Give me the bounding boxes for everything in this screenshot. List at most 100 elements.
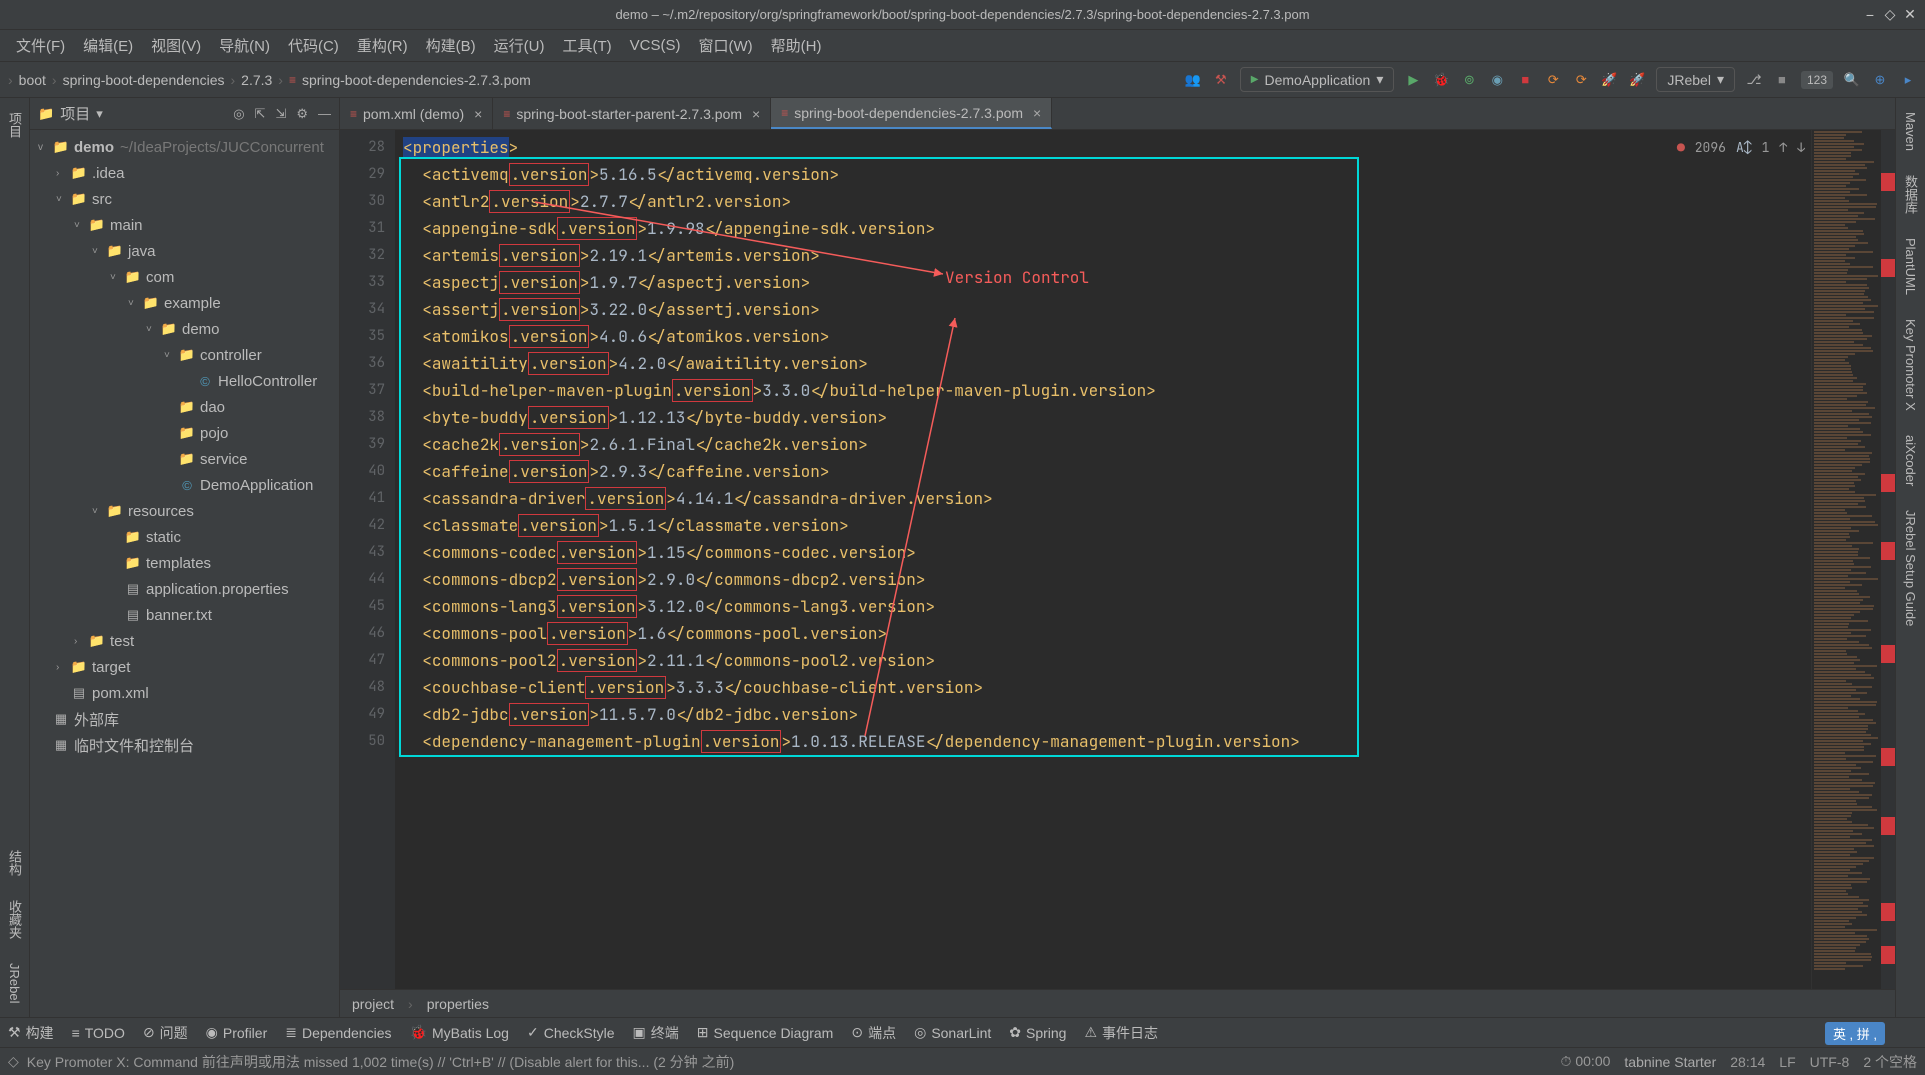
tool-window-button[interactable]: ◉ Profiler (206, 1024, 268, 1041)
menu-item[interactable]: 帮助(H) (763, 31, 830, 60)
user-icon[interactable]: 👥 (1184, 71, 1202, 89)
tree-node[interactable]: ▦外部库 (30, 706, 339, 732)
menu-item[interactable]: 构建(B) (418, 31, 484, 60)
left-tool-favorites[interactable]: 收藏夹 (5, 894, 24, 945)
tree-node[interactable]: ▤application.properties (30, 576, 339, 602)
left-tool-structure[interactable]: 结构 (5, 844, 24, 882)
menu-item[interactable]: 工具(T) (554, 31, 619, 60)
breadcrumb-footer-item[interactable]: project (352, 996, 394, 1012)
rocket-icon[interactable]: 🚀 (1600, 71, 1618, 89)
tree-node[interactable]: 📁pojo (30, 420, 339, 446)
menu-item[interactable]: 导航(N) (211, 31, 278, 60)
menu-item[interactable]: 视图(V) (143, 31, 209, 60)
left-tool-jrebel[interactable]: JRebel (7, 957, 22, 1009)
editor-tab[interactable]: ≡spring-boot-dependencies-2.7.3.pom× (771, 98, 1052, 129)
breadcrumb-item[interactable]: spring-boot-dependencies-2.7.3.pom (302, 72, 531, 88)
close-tab-icon[interactable]: × (474, 106, 482, 122)
tree-node[interactable]: ▤pom.xml (30, 680, 339, 706)
tree-node[interactable]: ˅📁demo (30, 316, 339, 342)
menu-item[interactable]: 编辑(E) (75, 31, 141, 60)
right-tool-button[interactable]: PlantUML (1903, 232, 1918, 301)
tool-window-button[interactable]: ⊘ 问题 (143, 1023, 188, 1043)
jrebel-selector[interactable]: JRebel ▾ (1656, 67, 1735, 92)
tree-node[interactable]: 📁templates (30, 550, 339, 576)
settings-icon[interactable]: ▸ (1899, 71, 1917, 89)
menu-item[interactable]: 窗口(W) (690, 31, 760, 60)
breadcrumb-footer-item[interactable]: properties (427, 996, 489, 1012)
tree-root[interactable]: v 📁 demo ~/IdeaProjects/JUCConcurrent (30, 134, 339, 160)
code-editor[interactable]: ● 2096 A↕ 1 ↑ ↓ Version Control <propert… (395, 130, 1811, 989)
status-tabnine[interactable]: tabnine Starter (1624, 1054, 1716, 1070)
target-icon[interactable]: ◎ (233, 106, 244, 122)
minimize-button[interactable]: − (1863, 8, 1877, 22)
git-icon[interactable]: ⎇ (1745, 71, 1763, 89)
breadcrumb-item[interactable]: boot (19, 72, 46, 88)
right-tool-button[interactable]: JRebel Setup Guide (1903, 504, 1918, 632)
menu-item[interactable]: VCS(S) (622, 33, 689, 58)
status-line-ending[interactable]: LF (1779, 1054, 1795, 1070)
expand-icon[interactable]: ⇱ (255, 106, 266, 122)
breadcrumb-item[interactable]: spring-boot-dependencies (63, 72, 225, 88)
tool-window-button[interactable]: ≡ TODO (72, 1025, 125, 1041)
status-indent[interactable]: 2 个空格 (1863, 1052, 1917, 1072)
stop-icon[interactable]: ■ (1773, 71, 1791, 89)
status-encoding[interactable]: UTF-8 (1810, 1054, 1850, 1070)
editor-tab[interactable]: ≡pom.xml (demo)× (340, 98, 493, 129)
tree-node[interactable]: 📁static (30, 524, 339, 550)
menu-item[interactable]: 文件(F) (8, 31, 73, 60)
jrebel-debug-icon[interactable]: ⟳ (1572, 71, 1590, 89)
tool-window-button[interactable]: ≣ Dependencies (285, 1024, 391, 1041)
tree-node[interactable]: ©DemoApplication (30, 472, 339, 498)
tree-node[interactable]: ˅📁com (30, 264, 339, 290)
tree-node[interactable]: ˅📁resources (30, 498, 339, 524)
tree-node[interactable]: ▤banner.txt (30, 602, 339, 628)
tree-node[interactable]: ˅📁example (30, 290, 339, 316)
menu-item[interactable]: 运行(U) (486, 31, 553, 60)
coverage-button[interactable]: ⊚ (1460, 71, 1478, 89)
tool-window-button[interactable]: ✿ Spring (1009, 1024, 1066, 1041)
tree-node[interactable]: ˅📁src (30, 186, 339, 212)
tool-window-button[interactable]: ⚠ 事件日志 (1084, 1023, 1158, 1043)
tree-node[interactable]: ˅📁java (30, 238, 339, 264)
tree-node[interactable]: 📁service (30, 446, 339, 472)
left-tool-project[interactable]: 项目 (5, 106, 24, 144)
scrollbar-marks[interactable] (1881, 130, 1895, 989)
run-configuration-selector[interactable]: ▶ DemoApplication ▾ (1240, 67, 1395, 92)
tree-node[interactable]: ›📁target (30, 654, 339, 680)
tree-node[interactable]: ›📁test (30, 628, 339, 654)
ime-indicator[interactable]: 英 , 拼 , (1825, 1022, 1885, 1045)
hide-icon[interactable]: — (318, 106, 331, 122)
inspection-widget[interactable]: ● 2096 A↕ 1 ↑ ↓ (1677, 134, 1805, 161)
close-tab-icon[interactable]: × (1033, 105, 1041, 121)
tool-window-button[interactable]: ✓ CheckStyle (527, 1024, 615, 1041)
up-arrow-icon[interactable]: ↑ (1779, 134, 1787, 161)
close-tab-icon[interactable]: × (752, 106, 760, 122)
breadcrumb-item[interactable]: 2.7.3 (241, 72, 272, 88)
tree-node[interactable]: 📁dao (30, 394, 339, 420)
right-tool-button[interactable]: aiXcoder (1903, 429, 1918, 492)
menu-item[interactable]: 重构(R) (349, 31, 416, 60)
tree-node[interactable]: ©HelloController (30, 368, 339, 394)
rocket-alt-icon[interactable]: 🚀 (1628, 71, 1646, 89)
tool-window-button[interactable]: 🐞 MyBatis Log (410, 1024, 509, 1041)
profile-button[interactable]: ◉ (1488, 71, 1506, 89)
menu-item[interactable]: 代码(C) (280, 31, 347, 60)
minimap[interactable] (1811, 130, 1881, 989)
dropdown-icon[interactable]: ▾ (96, 106, 103, 122)
right-tool-button[interactable]: 数据库 (1901, 169, 1920, 220)
hammer-icon[interactable]: ⚒ (1212, 71, 1230, 89)
tree-node[interactable]: ▦临时文件和控制台 (30, 732, 339, 758)
tool-window-button[interactable]: ◎ SonarLint (914, 1024, 991, 1041)
down-arrow-icon[interactable]: ↓ (1797, 134, 1805, 161)
tree-node[interactable]: ›📁.idea (30, 160, 339, 186)
sync-icon[interactable]: ⊕ (1871, 71, 1889, 89)
close-button[interactable]: ✕ (1903, 8, 1917, 22)
tool-window-button[interactable]: ⚒ 构建 (8, 1023, 54, 1043)
maximize-button[interactable]: ◇ (1883, 8, 1897, 22)
tree-node[interactable]: ˅📁controller (30, 342, 339, 368)
status-cursor-pos[interactable]: 28:14 (1730, 1054, 1765, 1070)
stop-button[interactable]: ■ (1516, 71, 1534, 89)
tool-window-button[interactable]: ▣ 终端 (633, 1023, 679, 1043)
tool-window-button[interactable]: ⊙ 端点 (851, 1023, 896, 1043)
right-tool-button[interactable]: Maven (1903, 106, 1918, 157)
